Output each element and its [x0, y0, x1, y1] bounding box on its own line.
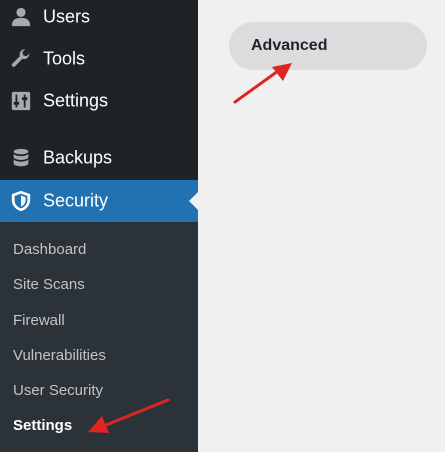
settings-icon: [9, 89, 33, 113]
database-icon: [9, 146, 33, 170]
sidebar-item-users[interactable]: Users: [0, 0, 198, 38]
security-submenu: Dashboard Site Scans Firewall Vulnerabil…: [0, 222, 198, 452]
shield-icon: [9, 189, 33, 213]
sidebar-item-tools[interactable]: Tools: [0, 38, 198, 80]
sidebar-item-label: Settings: [43, 90, 109, 111]
submenu-item-settings[interactable]: Settings: [13, 417, 72, 435]
wrench-icon: [9, 47, 33, 71]
sidebar-item-label: Users: [43, 6, 91, 27]
sidebar-item-security[interactable]: Security: [0, 180, 198, 222]
user-icon: [9, 5, 33, 29]
active-indicator: [189, 192, 198, 210]
submenu-item-user-security[interactable]: User Security: [13, 382, 103, 400]
sidebar-item-label: Backups: [43, 147, 113, 168]
submenu-item-site-scans[interactable]: Site Scans: [13, 276, 85, 294]
sidebar-item-label: Security: [43, 190, 109, 211]
tab-label: Advanced: [251, 37, 328, 54]
submenu-item-dashboard[interactable]: Dashboard: [13, 241, 86, 259]
sidebar-item-backups[interactable]: Backups: [0, 137, 198, 179]
sidebar-item-settings[interactable]: Settings: [0, 80, 198, 122]
tab-advanced[interactable]: Advanced: [229, 22, 427, 70]
submenu-item-vulnerabilities[interactable]: Vulnerabilities: [13, 347, 106, 365]
submenu-item-firewall[interactable]: Firewall: [13, 312, 65, 330]
sidebar-item-label: Tools: [43, 48, 86, 69]
admin-sidebar: Users Tools Settings Backups Security Da…: [0, 0, 198, 452]
